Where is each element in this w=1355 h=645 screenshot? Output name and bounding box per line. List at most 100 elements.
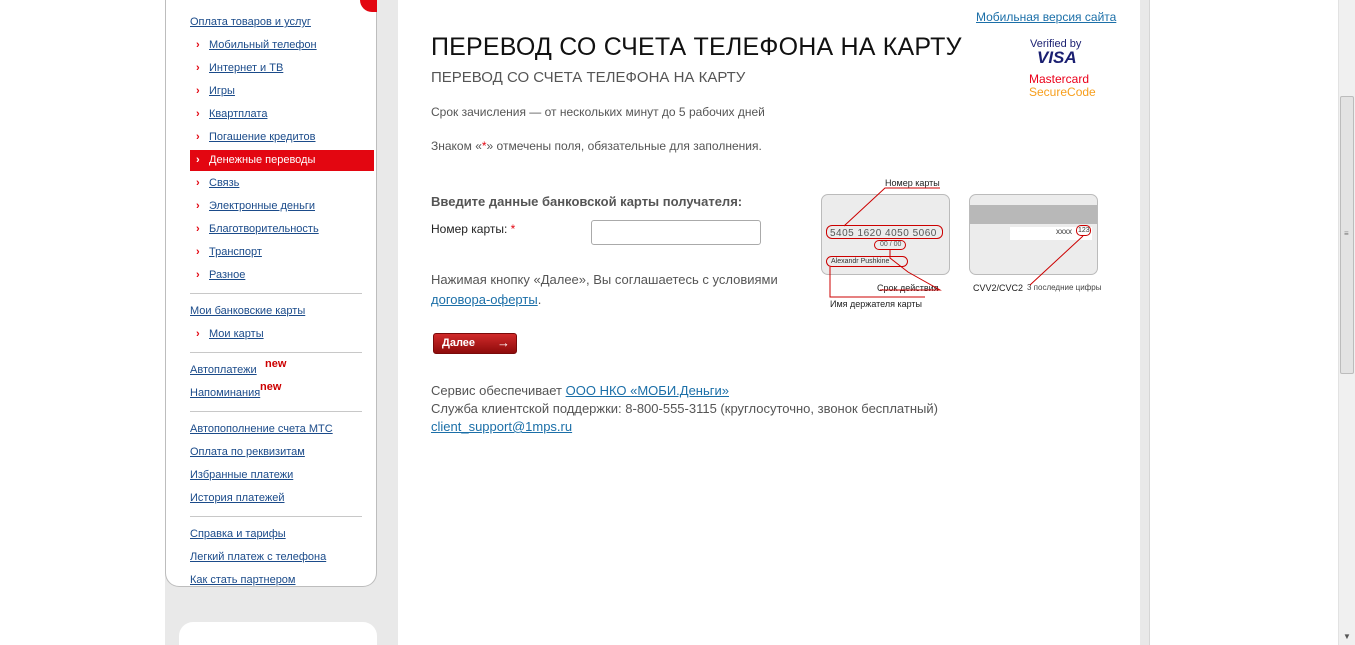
nav-item-link2-2[interactable]: Как стать партнером [190,570,375,593]
nav-label-link2-1: Легкий платеж с телефона [190,551,327,563]
credit-term-text: Срок зачисления — от нескольких минут до… [431,105,765,119]
nav-item-link2-0[interactable]: Справка и тарифы [190,524,375,547]
nav-item-section-1[interactable]: Мои банковские карты [190,301,375,324]
sidebar-item-label: Денежные переводы [209,154,316,166]
sidebar-item-0-5[interactable]: › Денежные переводы [190,150,374,171]
form-title: Введите данные банковской карты получате… [431,194,743,209]
sidebar-item-0-4[interactable]: › Погашение кредитов [190,127,375,150]
nav-separator [190,516,362,517]
sidebar-item-label: Игры [209,85,235,97]
card-number-label: Номер карты: * [431,222,515,236]
nav-label-section-0: Оплата товаров и услуг [190,16,311,28]
service-info: Сервис обеспечивает ООО НКО «МОБИ.Деньги… [431,382,938,436]
nav-label-section-1: Мои банковские карты [190,305,306,317]
sidebar-item-label: Благотворительность [209,223,319,235]
mobile-version-link[interactable]: Мобильная версия сайта [976,10,1116,24]
number-caption: Номер карты [885,178,940,188]
nav-item-link2-1[interactable]: Легкий платеж с телефона [190,547,375,570]
next-button[interactable]: Далее → [433,333,517,354]
sidebar-item-0-7[interactable]: › Электронные деньги [190,196,375,219]
expiry-caption: Срок действия [877,283,939,293]
sidebar-item-0-0[interactable]: › Мобильный телефон [190,35,375,58]
scroll-down-icon[interactable]: ▼ [1343,632,1351,641]
visa-text: VISA [1037,48,1077,67]
card-holder-highlight [826,256,908,267]
chevron-right-icon: › [196,246,200,258]
nav-item-link1-0[interactable]: Автопополнение счета МТС [190,419,375,442]
sidebar-item-label: Электронные деньги [209,200,316,212]
holder-caption: Имя держателя карты [830,299,923,309]
nav-label-link2-2: Как стать партнером [190,574,296,586]
sidebar-item-label: Связь [209,177,240,189]
securecode-text: SecureCode [1029,85,1096,99]
sidebar-next-panel [179,622,377,645]
card-number-required-star: * [510,222,516,236]
sidebar-item-0-9[interactable]: › Транспорт [190,242,375,265]
service-provider-link[interactable]: ООО НКО «МОБИ.Деньги» [566,383,729,398]
nav-label-link1-1: Оплата по реквизитам [190,446,305,458]
sidebar-item-0-3[interactable]: › Квартплата [190,104,375,127]
scroll-grip-icon: ≡ [1344,229,1349,238]
sidebar-item-label: Интернет и ТВ [209,62,284,74]
page-title: ПЕРЕВОД СО СЧЕТА ТЕЛЕФОНА НА КАРТУ [431,33,962,61]
chevron-right-icon: › [196,223,200,235]
card-number-highlight [826,225,943,239]
card-number-input[interactable] [591,220,761,245]
nav-label-link1-2: Избранные платежи [190,469,294,481]
agreement-text-body: Нажимая кнопку «Далее», Вы соглашаетесь … [431,272,778,287]
sidebar-item-label: Транспорт [209,246,262,258]
card-back-digits: xxxx [1056,227,1072,236]
chevron-right-icon: › [196,108,200,120]
nav-separator [190,293,362,294]
chevron-right-icon: › [196,328,200,340]
agreement-period: . [537,292,542,307]
next-button-label: Далее [442,337,476,349]
sidebar-item-0-1[interactable]: › Интернет и ТВ [190,58,375,81]
sidebar-item-label: Квартплата [209,108,268,120]
nav-label-link2-0: Справка и тарифы [190,528,286,540]
service-provider-text: Сервис обеспечивает [431,383,566,398]
nav-item-link1-3[interactable]: История платежей [190,488,375,511]
service-provider-line: Сервис обеспечивает ООО НКО «МОБИ.Деньги… [431,382,938,400]
content-right-border [1149,0,1150,645]
support-line: Служба клиентской поддержки: 8-800-555-3… [431,401,938,416]
new-badge: new [265,358,287,370]
chevron-right-icon: › [196,62,200,74]
vertical-scrollbar[interactable]: ≡ ▼ [1338,0,1355,645]
magnetic-stripe [970,205,1097,224]
cvv-hint: 3 последние цифры [1027,283,1102,292]
chevron-right-icon: › [196,85,200,97]
nav-item-link1-2[interactable]: Избранные платежи [190,465,375,488]
sidebar-item-0-8[interactable]: › Благотворительность [190,219,375,242]
nav-separator [190,411,362,412]
sidebar-item-0-2[interactable]: › Игры [190,81,375,104]
sidebar-nav: Оплата товаров и услуг › Мобильный телефон… [190,12,375,593]
chevron-right-icon: › [196,39,200,51]
offer-contract-link[interactable]: договора-оферты [431,292,538,307]
chevron-right-icon: › [196,177,200,189]
sidebar-item-0-10[interactable]: › Разное [190,265,375,288]
nav-item-section-0[interactable]: Оплата товаров и услуг [190,12,375,35]
nav-item-link1-1[interactable]: Оплата по реквизитам [190,442,375,465]
sidebar-item-0-6[interactable]: › Связь [190,173,375,196]
nav-item-reminders[interactable]: Напоминания new [190,381,375,406]
required-note-pre: Знаком « [431,139,482,153]
sidebar-item-1-0[interactable]: › Мои карты [190,324,375,347]
sidebar-item-label: Мобильный телефон [209,39,317,51]
agreement-text: Нажимая кнопку «Далее», Вы соглашаетесь … [431,270,778,310]
required-fields-note: Знаком «*» отмечены поля, обязательные д… [431,139,762,153]
nav-label-reminders: Напоминания [190,387,261,399]
nav-item-autopay[interactable]: Автоплатежи new [190,358,375,383]
nav-label-link1-0: Автопополнение счета МТС [190,423,333,435]
support-email-link[interactable]: client_support@1mps.ru [431,419,572,434]
scrollbar-thumb[interactable]: ≡ [1340,96,1354,374]
verified-by-visa-logo: Verified by VISA [1030,38,1110,67]
card-expiry-highlight [874,240,906,250]
card-number-label-text: Номер карты: [431,222,508,236]
nav-label-link1-3: История платежей [190,492,285,504]
sidebar-item-label: Мои карты [209,328,264,340]
page-subtitle: ПЕРЕВОД СО СЧЕТА ТЕЛЕФОНА НА КАРТУ [431,69,746,86]
cvv-highlight [1076,225,1091,236]
chevron-right-icon: › [196,154,200,166]
chevron-right-icon: › [196,131,200,143]
